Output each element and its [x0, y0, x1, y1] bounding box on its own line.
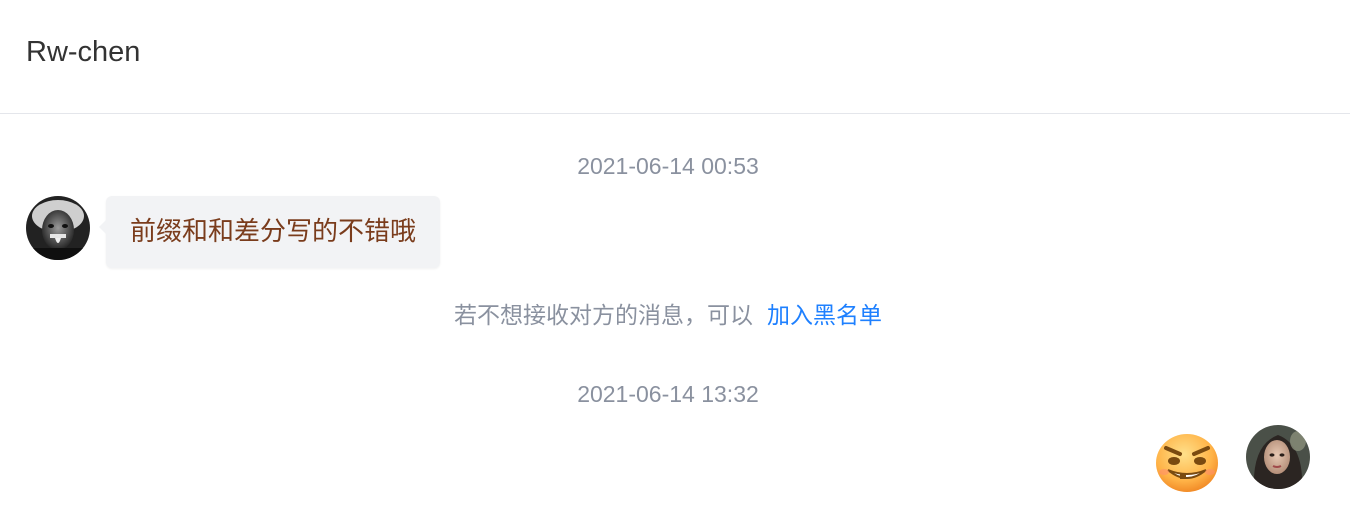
- grinning-emoji-icon: [1156, 434, 1218, 492]
- blacklist-notice-text: 若不想接收对方的消息，可以: [454, 303, 753, 329]
- chat-page: Rw-chen 2021-06-14 00:53 前缀和和差分写的不错哦 若不想…: [0, 0, 1350, 516]
- message-text: 前缀和和差分写的不错哦: [130, 217, 417, 247]
- chat-header: Rw-chen: [0, 0, 1350, 114]
- sender-avatar[interactable]: [26, 196, 90, 260]
- avatar-image-icon: [1246, 425, 1310, 489]
- blacklist-notice: 若不想接收对方的消息，可以 加入黑名单: [0, 301, 1336, 331]
- self-avatar[interactable]: [1246, 425, 1310, 489]
- message-bubble: 前缀和和差分写的不错哦: [98, 196, 441, 268]
- avatar-image-icon: [26, 196, 90, 260]
- conversation-title: Rw-chen: [26, 36, 141, 68]
- grinning-emoji-sticker: [1152, 428, 1222, 494]
- message-timestamp: 2021-06-14 13:32: [577, 381, 759, 407]
- message-timestamp: 2021-06-14 00:53: [577, 153, 759, 179]
- add-to-blacklist-link[interactable]: 加入黑名单: [767, 303, 882, 329]
